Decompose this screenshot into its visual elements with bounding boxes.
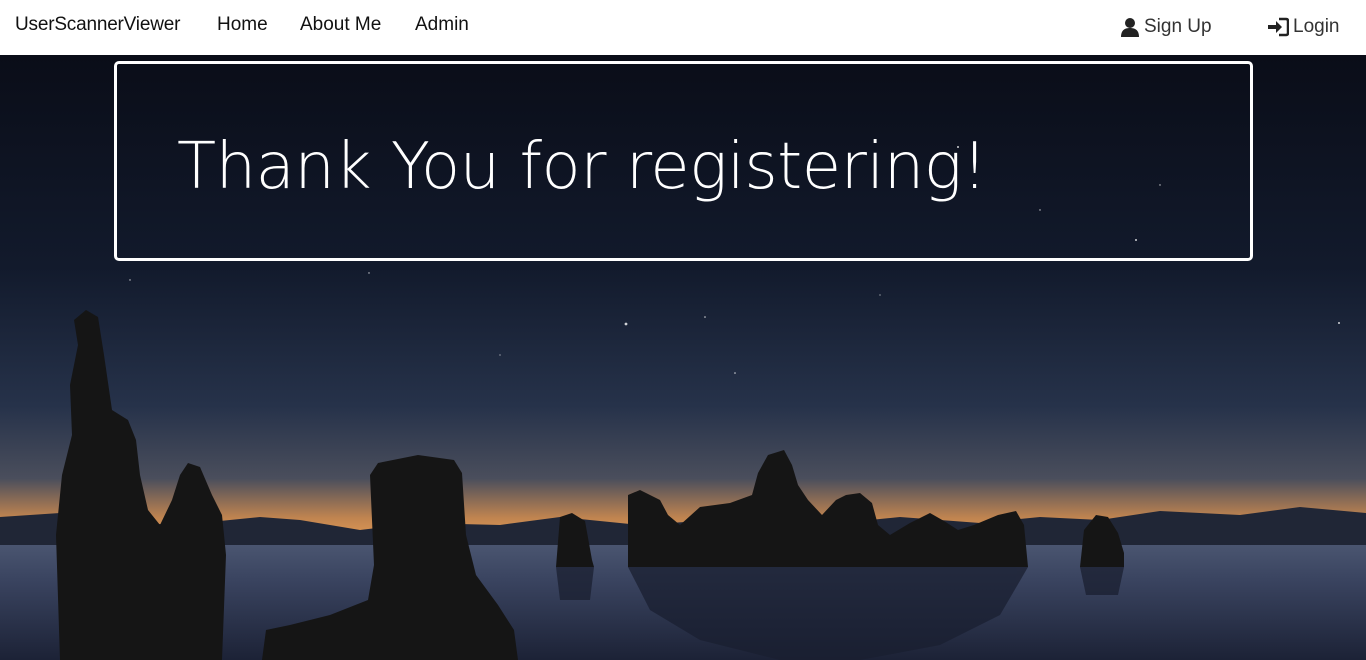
page-title: Thank You for registering!: [177, 130, 987, 204]
nav-home-link[interactable]: Home: [217, 14, 268, 36]
sign-up-link[interactable]: Sign Up: [1120, 16, 1212, 38]
login-icon: [1267, 17, 1289, 37]
sign-up-label: Sign Up: [1144, 16, 1212, 37]
login-label: Login: [1293, 16, 1340, 37]
hero-background-image: Thank You for registering!: [0, 55, 1366, 660]
nav-about-me-link[interactable]: About Me: [300, 14, 381, 36]
brand-link[interactable]: UserScannerViewer: [15, 14, 180, 36]
top-navbar: UserScannerViewer Home About Me Admin Si…: [0, 0, 1366, 55]
thank-you-panel: Thank You for registering!: [114, 61, 1253, 261]
login-link[interactable]: Login: [1267, 16, 1340, 38]
user-icon: [1120, 17, 1140, 37]
nav-admin-link[interactable]: Admin: [415, 14, 469, 36]
